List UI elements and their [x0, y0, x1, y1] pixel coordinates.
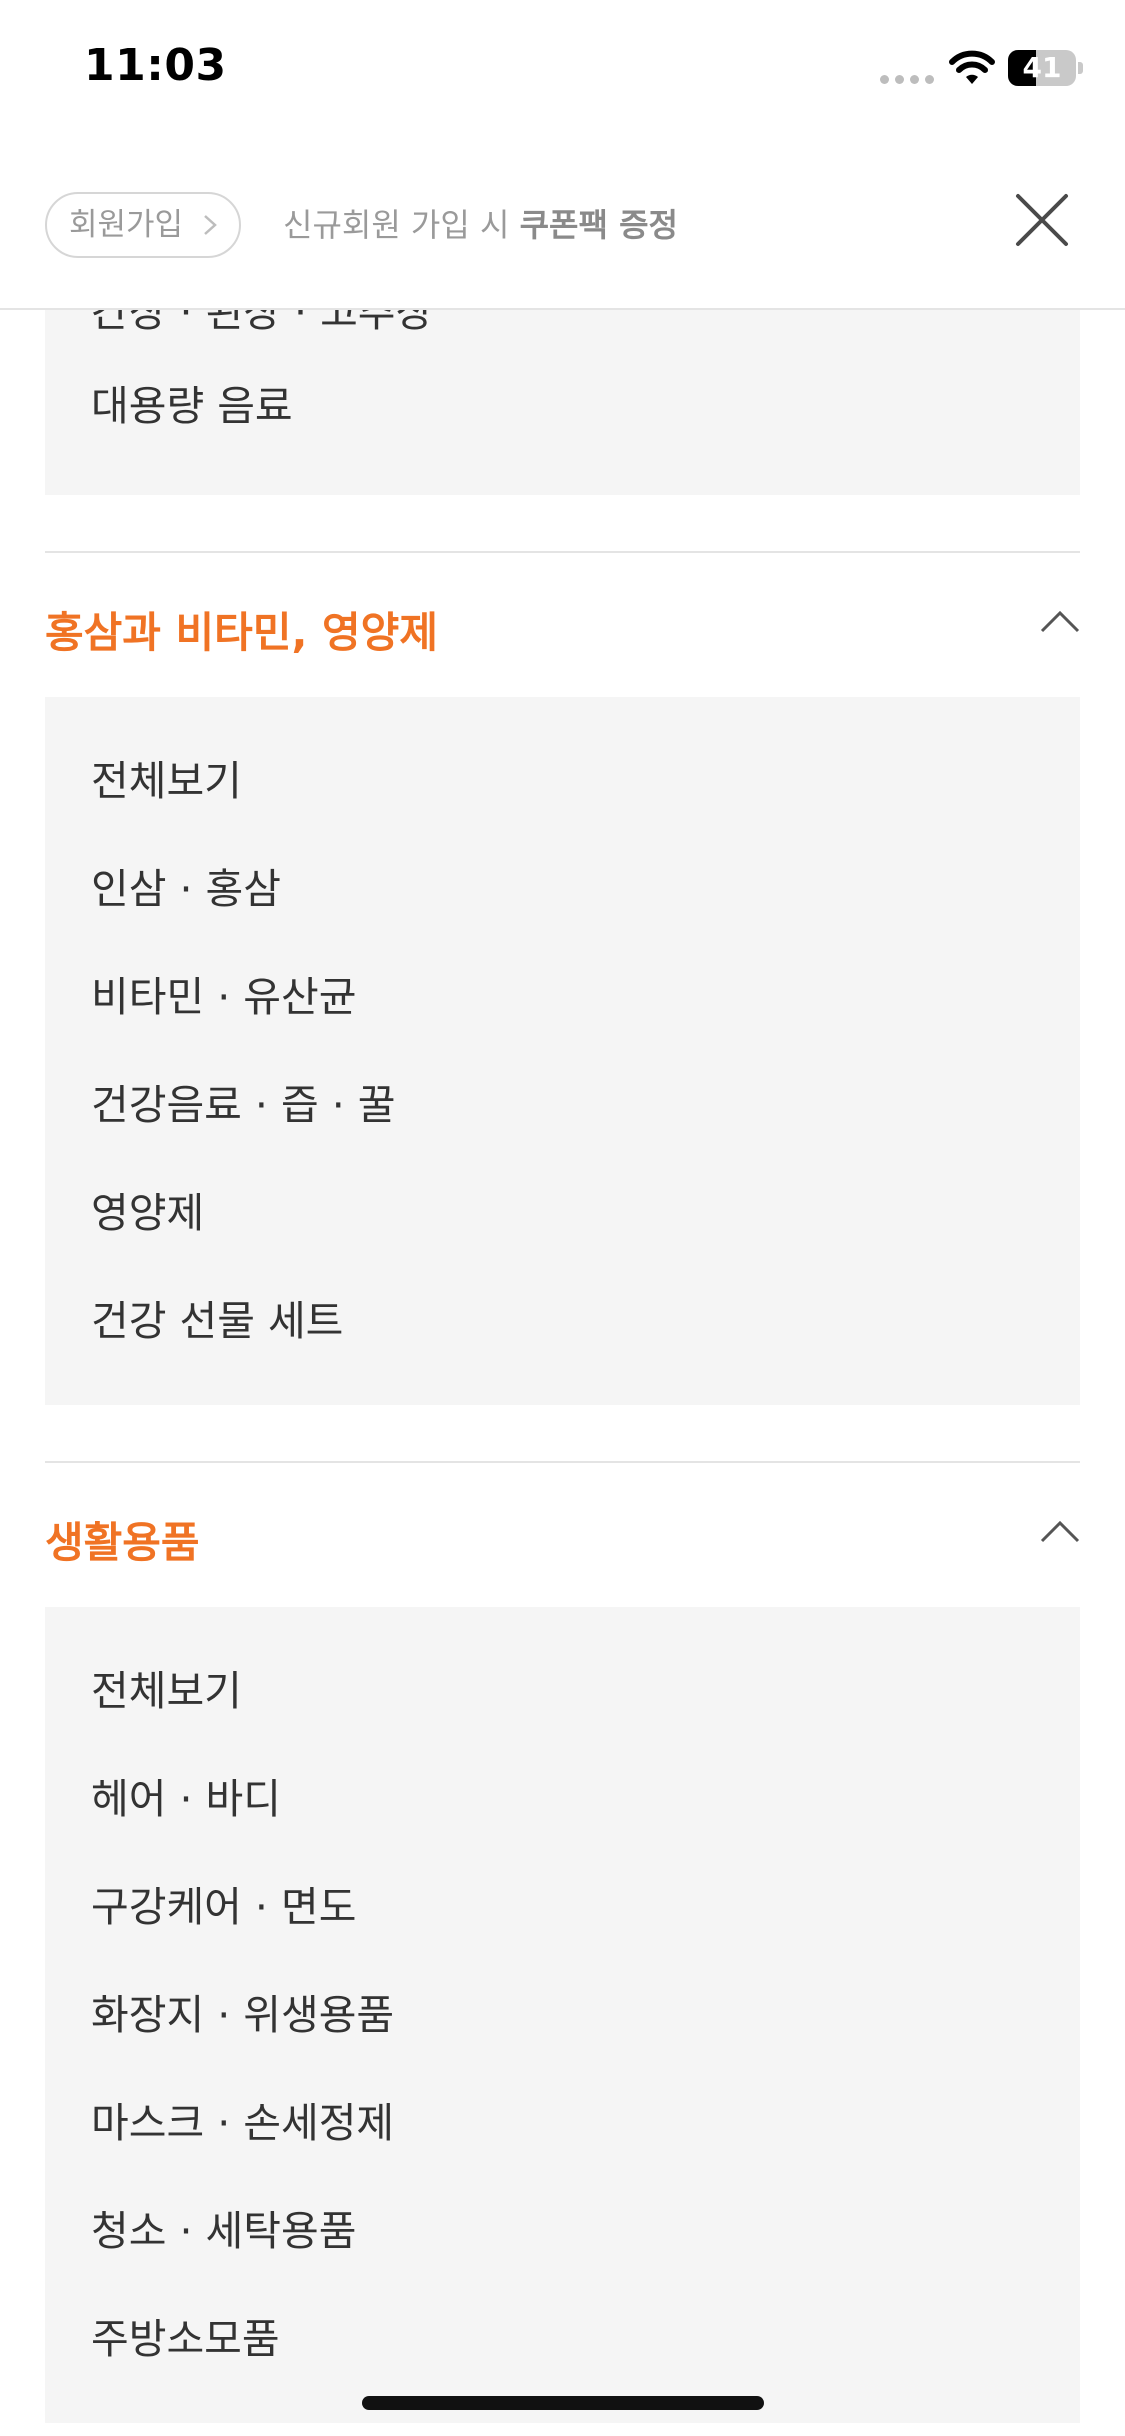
promo-highlight: 쿠폰팩 증정 — [519, 206, 678, 244]
home-indicator — [362, 2396, 764, 2410]
category-header[interactable]: 생활용품 — [45, 1463, 1080, 1607]
subcategory-item[interactable]: 화장지 · 위생용품 — [45, 1961, 1080, 2069]
subcategory-item[interactable]: 인삼 · 홍삼 — [45, 835, 1080, 943]
subcategory-item[interactable]: 대용량 음료 — [91, 352, 293, 460]
category-menu: 간장 · 된장 · 고추장 대용량 음료 홍삼과 비타민, 영양제 전체보기 인… — [45, 310, 1080, 2423]
category-section: 홍삼과 비타민, 영양제 전체보기 인삼 · 홍삼 비타민 · 유산균 건강음료… — [45, 551, 1080, 1405]
subcategory-item[interactable]: 헤어 · 바디 — [45, 1745, 1080, 1853]
wifi-icon — [949, 50, 995, 84]
subcategory-item[interactable]: 전체보기 — [45, 727, 1080, 835]
category-section: 생활용품 전체보기 헤어 · 바디 구강케어 · 면도 화장지 · 위생용품 마… — [45, 1461, 1080, 2423]
battery-nub — [1078, 62, 1083, 74]
subcategory-item[interactable]: 전체보기 — [45, 1637, 1080, 1745]
signup-button[interactable]: 회원가입 — [45, 192, 242, 258]
subcategory-item[interactable]: 청소 · 세탁용품 — [45, 2177, 1080, 2285]
close-icon[interactable] — [1010, 188, 1074, 252]
subcategory-item[interactable]: 주방소모품 — [45, 2285, 1080, 2393]
subcategory-item[interactable]: 마스크 · 손세정제 — [45, 2069, 1080, 2177]
battery-level: 41 — [1022, 51, 1062, 84]
chevron-up-icon[interactable] — [1040, 601, 1080, 641]
subcategory-list: 전체보기 헤어 · 바디 구강케어 · 면도 화장지 · 위생용품 마스크 · … — [45, 1607, 1080, 2423]
subcategory-item[interactable]: 건강 선물 세트 — [45, 1267, 1080, 1375]
category-header[interactable]: 홍삼과 비타민, 영양제 — [45, 553, 1080, 697]
subcategory-item[interactable]: 구강케어 · 면도 — [45, 1853, 1080, 1961]
signup-banner: 회원가입 신규회원 가입 시 쿠폰팩 증정 — [0, 140, 1125, 310]
category-title: 홍삼과 비타민, 영양제 — [45, 608, 438, 657]
battery-icon: 41 — [1008, 50, 1076, 86]
signup-promo-text: 신규회원 가입 시 쿠폰팩 증정 — [283, 206, 678, 244]
subcategory-item[interactable]: 영양제 — [45, 1159, 1080, 1267]
subcategory-item[interactable]: 비타민 · 유산균 — [45, 943, 1080, 1051]
status-time: 11:03 — [84, 40, 227, 91]
signal-icon — [880, 75, 934, 84]
chevron-right-icon — [204, 215, 217, 235]
subcategory-item[interactable]: 건강음료 · 즙 · 꿀 — [45, 1051, 1080, 1159]
subcategory-list: 전체보기 인삼 · 홍삼 비타민 · 유산균 건강음료 · 즙 · 꿀 영양제 … — [45, 697, 1080, 1405]
subcategory-list: 간장 · 된장 · 고추장 대용량 음료 — [45, 310, 1080, 495]
chevron-up-icon[interactable] — [1040, 1511, 1080, 1551]
signup-label: 회원가입 — [69, 207, 184, 243]
status-bar: 11:03 41 — [0, 0, 1125, 140]
category-title: 생활용품 — [45, 1518, 200, 1567]
